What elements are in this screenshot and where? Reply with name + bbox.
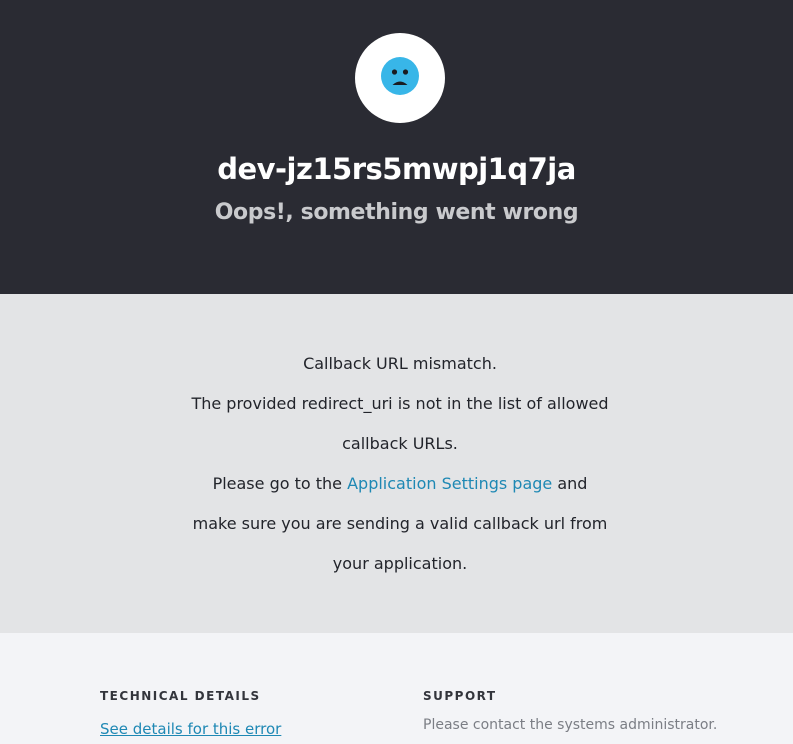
- error-description: The provided redirect_uri is not in the …: [191, 394, 609, 453]
- see-details-link[interactable]: See details for this error: [100, 720, 281, 738]
- technical-details-title: TECHNICAL DETAILS: [100, 689, 261, 703]
- sad-face-icon: [381, 57, 419, 99]
- error-instructions: Please go to the Application Settings pa…: [190, 464, 610, 584]
- error-subtitle: Oops!, something went wrong: [214, 200, 579, 225]
- footer: TECHNICAL DETAILS See details for this e…: [0, 633, 793, 744]
- support-text: Please contact the systems administrator…: [423, 717, 718, 733]
- error-message-panel: Callback URL mismatch. The provided redi…: [0, 294, 793, 633]
- logo-circle: [355, 33, 445, 123]
- support-title: SUPPORT: [423, 689, 497, 703]
- error-header: dev-jz15rs5mwpj1q7ja Oops!, something we…: [0, 0, 793, 294]
- instructions-prefix: Please go to the: [212, 474, 348, 493]
- error-title: Callback URL mismatch.: [303, 354, 497, 373]
- application-settings-link[interactable]: Application Settings page: [347, 474, 552, 493]
- tenant-name: dev-jz15rs5mwpj1q7ja: [217, 152, 576, 186]
- error-message: Callback URL mismatch. The provided redi…: [190, 344, 610, 584]
